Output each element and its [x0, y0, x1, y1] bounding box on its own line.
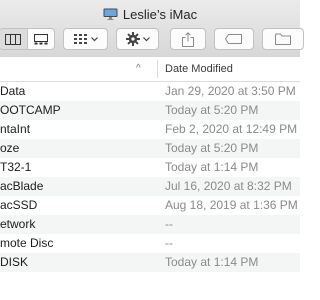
item-name: etwork	[0, 217, 36, 231]
item-name: DISK	[0, 255, 29, 269]
item-name: oze	[0, 141, 20, 155]
item-date-modified: --	[165, 236, 173, 250]
share-button[interactable]	[170, 28, 206, 50]
item-date-modified: --	[165, 217, 173, 231]
chevron-down-icon	[90, 36, 98, 41]
imac-icon	[103, 8, 118, 20]
list-row[interactable]: oze Today at 5:20 PM	[0, 139, 300, 158]
list-row[interactable]: acBlade Jul 16, 2020 at 8:32 PM	[0, 177, 300, 196]
gallery-view-button[interactable]	[26, 29, 55, 49]
share-icon	[182, 31, 194, 47]
columns-view-icon	[5, 33, 22, 45]
gallery-view-icon	[33, 33, 48, 44]
file-list: Data Jan 29, 2020 at 3:50 PM OOTCAMP Tod…	[0, 82, 300, 272]
sort-chevron-up-icon[interactable]: ^	[136, 63, 141, 74]
list-row[interactable]: mote Disc --	[0, 234, 300, 253]
item-date-modified: Jan 29, 2020 at 3:50 PM	[165, 84, 296, 98]
window-title-text: Leslie’s iMac	[122, 6, 198, 22]
item-date-modified: Today at 1:14 PM	[165, 255, 259, 269]
list-row[interactable]: etwork --	[0, 215, 300, 234]
gear-icon	[125, 32, 140, 46]
date-modified-column-header[interactable]: Date Modified	[165, 63, 233, 75]
columns-view-button[interactable]	[0, 29, 27, 49]
chevron-down-icon	[142, 36, 150, 41]
item-name: Data	[0, 84, 26, 98]
item-date-modified: Jul 16, 2020 at 8:32 PM	[165, 179, 292, 193]
item-name: ntaInt	[0, 122, 31, 136]
item-date-modified: Aug 18, 2019 at 1:36 PM	[165, 198, 298, 212]
item-name: acSSD	[0, 198, 38, 212]
list-row[interactable]: ntaInt Feb 2, 2020 at 12:49 PM	[0, 120, 300, 139]
list-row[interactable]: Data Jan 29, 2020 at 3:50 PM	[0, 82, 300, 101]
column-divider[interactable]	[157, 60, 158, 78]
list-row[interactable]: T32-1 Today at 1:14 PM	[0, 158, 300, 177]
new-folder-button[interactable]	[262, 28, 304, 50]
item-date-modified: Feb 2, 2020 at 12:49 PM	[165, 122, 298, 136]
item-name: OOTCAMP	[0, 103, 61, 117]
item-date-modified: Today at 5:20 PM	[165, 103, 259, 117]
item-date-modified: Today at 5:20 PM	[165, 141, 259, 155]
list-header: ^ Date Modified	[0, 57, 300, 82]
tag-icon	[225, 34, 242, 44]
group-by-button[interactable]	[63, 28, 108, 50]
window-title: Leslie’s iMac	[0, 5, 300, 23]
folder-icon	[275, 33, 291, 45]
list-row[interactable]: DISK Today at 1:14 PM	[0, 253, 300, 272]
item-date-modified: Today at 1:14 PM	[165, 160, 259, 174]
tags-button[interactable]	[214, 28, 254, 50]
view-mode-control[interactable]	[0, 28, 55, 50]
item-name: mote Disc	[0, 236, 54, 250]
grid-icon	[73, 34, 87, 44]
list-row[interactable]: acSSD Aug 18, 2019 at 1:36 PM	[0, 196, 300, 215]
list-row[interactable]: OOTCAMP Today at 5:20 PM	[0, 101, 300, 120]
action-menu-button[interactable]	[116, 28, 159, 50]
window-titlebar: Leslie’s iMac	[0, 0, 304, 62]
item-name: acBlade	[0, 179, 44, 193]
item-name: T32-1	[0, 160, 32, 174]
